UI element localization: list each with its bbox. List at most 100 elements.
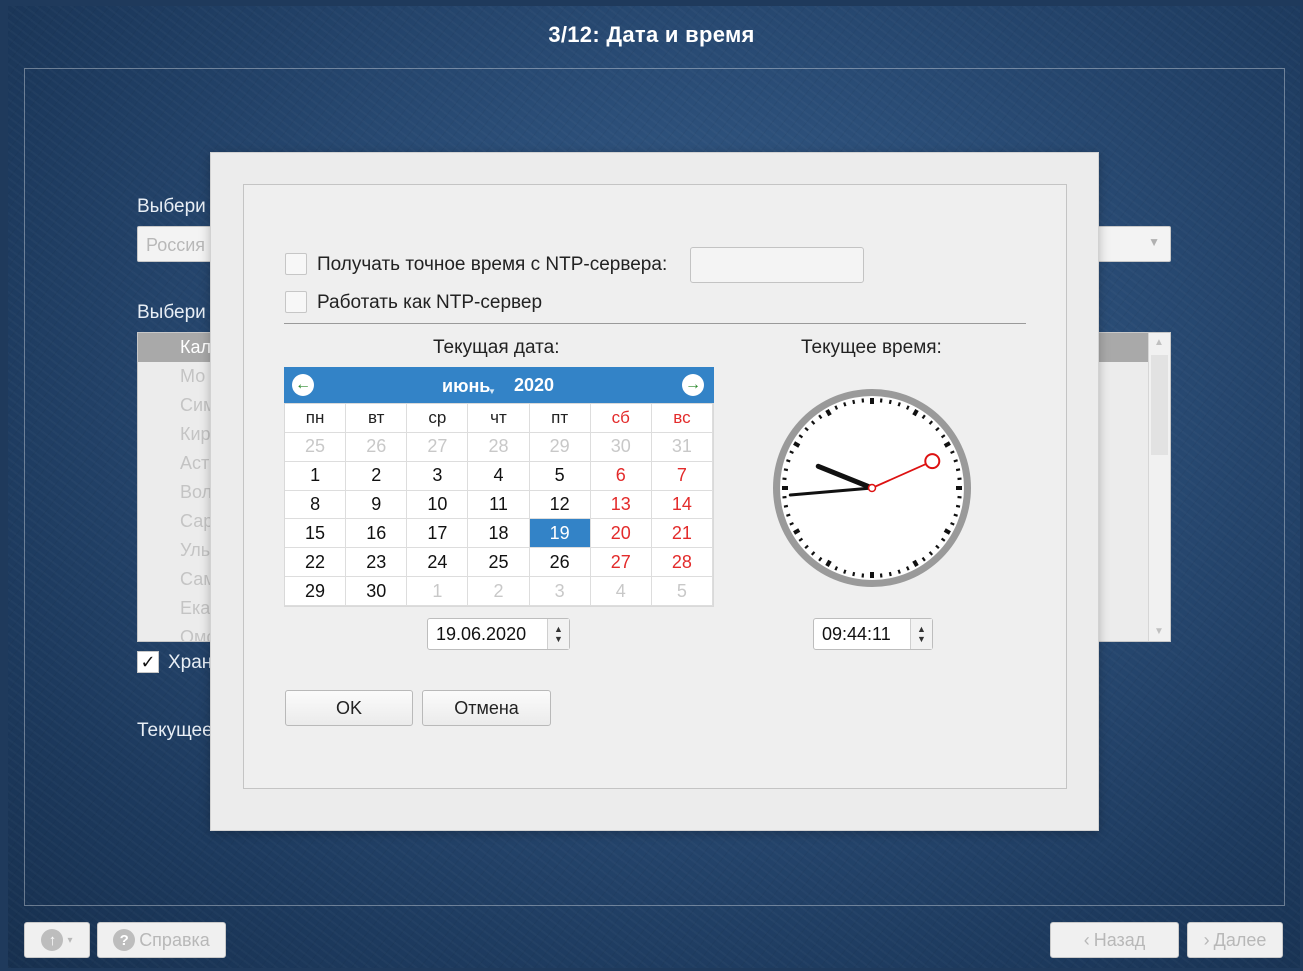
calendar-day[interactable]: 31: [651, 432, 713, 462]
chevron-down-icon[interactable]: ▼: [554, 634, 563, 644]
minute-tick: [786, 459, 791, 463]
calendar-month[interactable]: июнь: [442, 376, 490, 397]
list-scrollbar[interactable]: ▲ ▼: [1148, 333, 1170, 641]
calendar-day[interactable]: 29: [529, 432, 591, 462]
calendar-day[interactable]: 25: [285, 432, 347, 462]
next-button[interactable]: › Далее: [1187, 922, 1283, 958]
chevron-up-icon[interactable]: ▲: [917, 624, 926, 634]
calendar-day[interactable]: 2: [468, 577, 530, 606]
calendar-day[interactable]: 3: [529, 577, 591, 606]
scroll-down-icon[interactable]: ▼: [1154, 626, 1164, 637]
ntp-sync-checkbox[interactable]: [285, 253, 307, 275]
calendar-day[interactable]: 8: [285, 490, 347, 520]
time-stepper[interactable]: ▲ ▼: [910, 619, 932, 649]
calendar-day[interactable]: 27: [407, 432, 469, 462]
hour-tick: [793, 441, 801, 448]
calendar-day[interactable]: 5: [529, 461, 591, 491]
calendar-day[interactable]: 14: [651, 490, 713, 520]
weekday-header: вт: [346, 404, 408, 433]
calendar-day[interactable]: 3: [407, 461, 469, 491]
calendar-grid: пн вт ср чт пт сб вс 25 26 27 28 29 30 31 1 2 3 4 5 6 7 8 9 10 1…: [284, 403, 714, 607]
calendar-day[interactable]: 5: [651, 577, 713, 606]
calendar-day-selected[interactable]: 19: [529, 519, 591, 549]
scrollbar-thumb[interactable]: [1151, 355, 1168, 455]
list-item[interactable]: Ека: [180, 598, 210, 619]
minute-tick: [834, 566, 839, 571]
calendar-day[interactable]: 6: [590, 461, 652, 491]
calendar-day[interactable]: 24: [407, 548, 469, 578]
minute-tick: [905, 566, 910, 571]
calendar-day[interactable]: 26: [346, 432, 408, 462]
hour-tick: [825, 559, 832, 567]
calendar-day[interactable]: 26: [529, 548, 591, 578]
calendar-day[interactable]: 28: [651, 548, 713, 578]
ntp-sync-label: Получать точное время с NTP-сервера:: [317, 254, 668, 275]
ok-button[interactable]: OK: [285, 690, 413, 726]
calendar-day[interactable]: 20: [590, 519, 652, 549]
hour-tick: [912, 559, 919, 567]
calendar-day[interactable]: 28: [468, 432, 530, 462]
help-button[interactable]: ? Справка: [97, 922, 226, 958]
list-item[interactable]: Кир: [180, 424, 211, 445]
calendar-day[interactable]: 30: [346, 577, 408, 606]
calendar-day[interactable]: 18: [468, 519, 530, 549]
arrow-left-icon[interactable]: ←: [292, 374, 314, 396]
store-checkbox[interactable]: ✓: [137, 651, 159, 673]
list-item[interactable]: Сар: [180, 511, 213, 532]
cancel-button[interactable]: Отмена: [422, 690, 551, 726]
calendar-day[interactable]: 29: [285, 577, 347, 606]
calendar-day[interactable]: 4: [468, 461, 530, 491]
chevron-down-icon: ▼: [1148, 235, 1160, 249]
region-label: Выбери: [137, 196, 206, 217]
store-checkbox-label: Хран: [168, 652, 213, 673]
calendar-day[interactable]: 12: [529, 490, 591, 520]
calendar-day[interactable]: 11: [468, 490, 530, 520]
hour-tick: [943, 441, 951, 448]
date-stepper[interactable]: ▲ ▼: [547, 619, 569, 649]
date-spinbox[interactable]: 19.06.2020 ▲ ▼: [427, 618, 570, 650]
list-item[interactable]: Мо: [180, 366, 205, 387]
zone-label: Выбери: [137, 302, 206, 323]
menu-button[interactable]: ↑ ▾: [24, 922, 90, 958]
time-label: Текущее время:: [801, 337, 942, 358]
calendar-header: ← июнь ▼ 2020 →: [284, 367, 714, 403]
list-item[interactable]: Вол: [180, 482, 212, 503]
calendar-day[interactable]: 2: [346, 461, 408, 491]
current-time-label: Текущее: [137, 720, 213, 741]
calendar-day[interactable]: 23: [346, 548, 408, 578]
scroll-up-icon[interactable]: ▲: [1154, 337, 1164, 348]
ntp-server-input[interactable]: [690, 247, 864, 283]
calendar-day[interactable]: 13: [590, 490, 652, 520]
calendar-day[interactable]: 22: [285, 548, 347, 578]
calendar-day[interactable]: 17: [407, 519, 469, 549]
calendar-day[interactable]: 25: [468, 548, 530, 578]
calendar-day[interactable]: 30: [590, 432, 652, 462]
calendar-year[interactable]: 2020: [514, 375, 554, 396]
weekday-header: пн: [285, 404, 347, 433]
list-item[interactable]: Уль: [180, 540, 210, 561]
calendar-day[interactable]: 16: [346, 519, 408, 549]
back-button[interactable]: ‹ Назад: [1050, 922, 1179, 958]
window-title: 3/12: Дата и время: [548, 22, 755, 47]
help-icon: ?: [113, 929, 136, 951]
time-spinbox[interactable]: 09:44:11 ▲ ▼: [813, 618, 933, 650]
clock-center: [867, 483, 877, 493]
calendar-day[interactable]: 10: [407, 490, 469, 520]
calendar-day[interactable]: 7: [651, 461, 713, 491]
list-item[interactable]: Аст: [180, 453, 209, 474]
chevron-up-icon[interactable]: ▲: [554, 624, 563, 634]
arrow-right-icon[interactable]: →: [682, 374, 704, 396]
minute-tick: [783, 504, 789, 508]
chevron-down-icon[interactable]: ▼: [917, 634, 926, 644]
minute-tick: [789, 521, 794, 526]
ntp-serve-checkbox[interactable]: [285, 291, 307, 313]
calendar-day[interactable]: 27: [590, 548, 652, 578]
calendar-day[interactable]: 1: [407, 577, 469, 606]
calendar-day[interactable]: 9: [346, 490, 408, 520]
calendar-day[interactable]: 15: [285, 519, 347, 549]
ntp-serve-label: Работать как NTP-сервер: [317, 292, 543, 313]
calendar-day[interactable]: 1: [285, 461, 347, 491]
calendar-day[interactable]: 21: [651, 519, 713, 549]
calendar-day[interactable]: 4: [590, 577, 652, 606]
minute-tick: [888, 399, 892, 405]
